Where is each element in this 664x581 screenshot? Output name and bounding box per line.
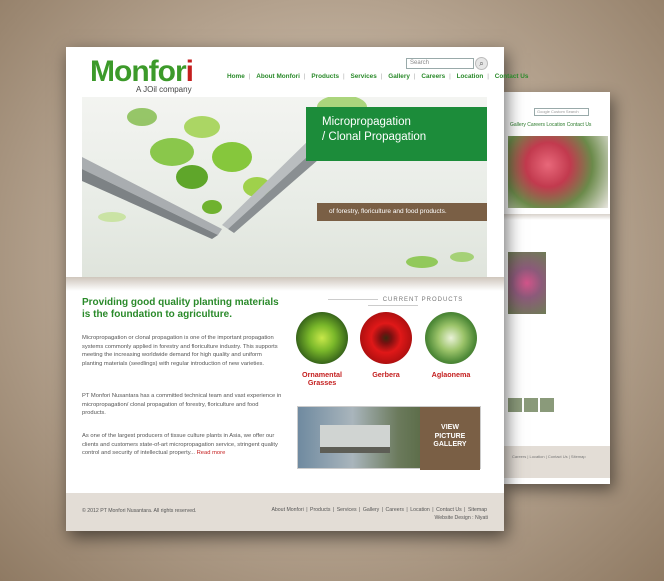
monfori-logo[interactable]: Monfori A JOil company — [90, 55, 194, 95]
footer-link-sitemap[interactable]: Sitemap — [468, 507, 487, 513]
footer-link-careers[interactable]: Careers — [386, 507, 404, 513]
back-product-image — [508, 252, 546, 314]
copyright-text: © 2012 PT Monfori Nusantara. All rights … — [82, 508, 197, 514]
product-label: Ornamental Grasses — [302, 370, 342, 387]
nav-home[interactable]: Home — [227, 73, 245, 80]
hero-title-box: Micropropagation / Clonal Propagation — [306, 107, 487, 161]
logo-tagline: A JOil company — [136, 85, 192, 94]
design-credit[interactable]: Website Design : Niyati — [270, 514, 488, 522]
search-input[interactable]: Search — [406, 58, 474, 69]
intro-paragraph-3: As one of the largest producers of tissu… — [82, 433, 278, 456]
main-page: Monfori A JOil company Search ⌕ Home | Ab… — [66, 47, 528, 531]
current-products-heading: CURRENT PRODUCTS — [298, 297, 488, 309]
read-more-link[interactable]: Read more — [197, 450, 226, 456]
footer-link-services[interactable]: Services — [337, 507, 357, 513]
footer-link-contact[interactable]: Contact Us — [436, 507, 462, 513]
hero-shadow-band — [66, 277, 504, 291]
logo-wordmark: Monfori — [90, 55, 194, 88]
footer: © 2012 PT Monfori Nusantara. All rights … — [66, 493, 504, 531]
aglaonema-image — [425, 312, 477, 364]
back-nav: Gallery Careers Location Contact Us — [510, 122, 592, 128]
back-thumbnails — [508, 398, 556, 417]
background-page-preview: Google Custom Search Gallery Careers Loc… — [500, 92, 610, 484]
footer-link-location[interactable]: Location — [410, 507, 430, 513]
nav-careers[interactable]: Careers — [421, 73, 445, 80]
intro-headline: Providing good quality planting material… — [82, 297, 279, 320]
nav-services[interactable]: Services — [350, 73, 376, 80]
product-label: Gerbera — [372, 370, 400, 379]
back-search-input: Google Custom Search — [534, 108, 589, 116]
gerbera-image — [360, 312, 412, 364]
back-footer: Careers | Location | Contact Us | Sitema… — [500, 446, 610, 478]
back-hero-image — [508, 136, 608, 208]
nav-products[interactable]: Products — [311, 73, 339, 80]
intro-paragraph-1: Micropropagation or clonal propagation i… — [82, 335, 278, 367]
gallery-building-image — [320, 425, 390, 453]
footer-link-about[interactable]: About Monfori — [271, 507, 303, 513]
nav-about[interactable]: About Monfori — [256, 73, 300, 80]
hero-subtitle: of forestry, floriculture and food produ… — [317, 203, 487, 221]
ornamental-grasses-image — [296, 312, 348, 364]
nav-gallery[interactable]: Gallery — [388, 73, 410, 80]
footer-links: About Monfori | Products | Services | Ga… — [270, 507, 488, 522]
footer-link-products[interactable]: Products — [310, 507, 330, 513]
hero-title-line1: Micropropagation — [322, 116, 411, 128]
product-gerbera[interactable]: Gerbera — [358, 312, 414, 379]
product-aglaonema[interactable]: Aglaonema — [423, 312, 479, 379]
product-label: Aglaonema — [431, 370, 471, 379]
picture-gallery-banner[interactable]: VIEW PICTURE GALLERY — [297, 406, 481, 470]
main-nav: Home | About Monfori | Products | Services |… — [227, 73, 529, 80]
nav-contact[interactable]: Contact Us — [495, 73, 529, 80]
hero-title-line2: / Clonal Propagation — [322, 131, 427, 143]
back-band — [500, 214, 610, 220]
footer-link-gallery[interactable]: Gallery — [363, 507, 379, 513]
nav-location[interactable]: Location — [457, 73, 484, 80]
search-icon[interactable]: ⌕ — [475, 57, 488, 70]
view-gallery-button[interactable]: VIEW PICTURE GALLERY — [420, 407, 480, 470]
product-ornamental-grasses[interactable]: Ornamental Grasses — [294, 312, 350, 387]
intro-paragraph-2: PT Monfori Nusantara has a committed tec… — [82, 393, 282, 416]
